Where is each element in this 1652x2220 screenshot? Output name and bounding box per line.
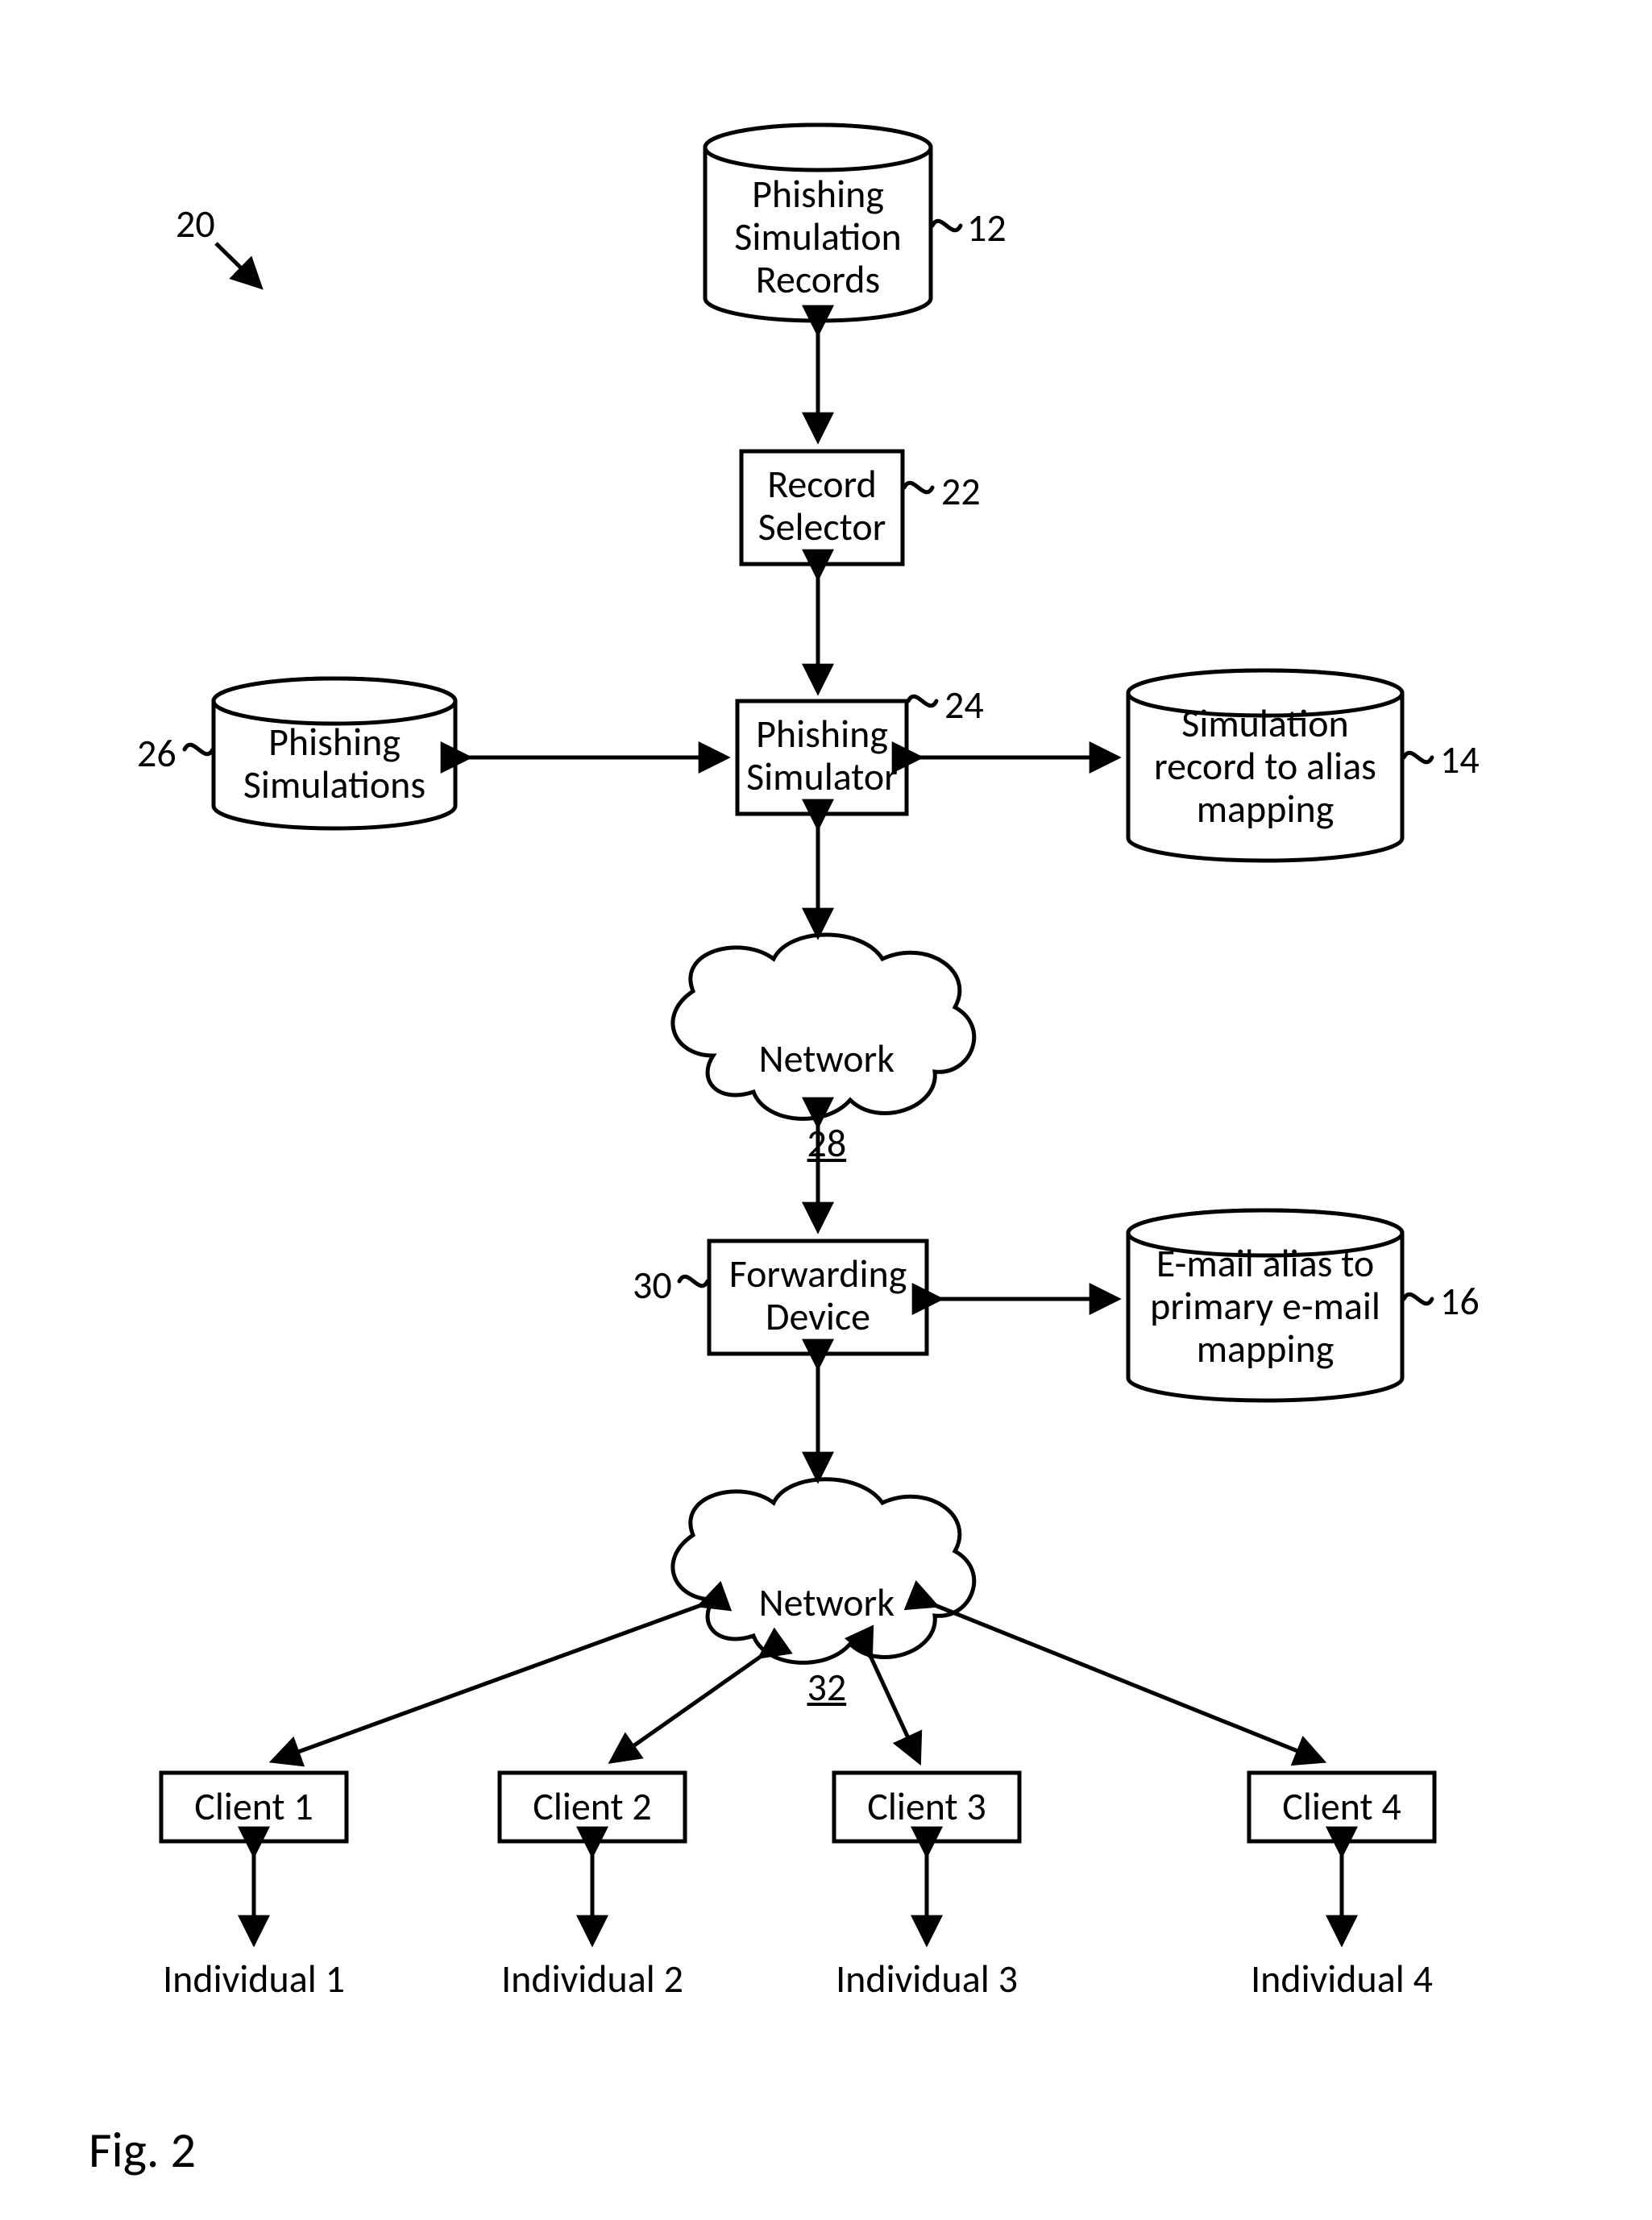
diagram-ref: 20: [176, 200, 215, 247]
ref-24: 24: [944, 681, 984, 728]
ref-14: 14: [1440, 736, 1480, 783]
network2-name: Network: [759, 1579, 894, 1626]
individual2-label: Individual 2: [467, 1958, 717, 2001]
ref-22: 22: [941, 467, 981, 515]
individual3-label: Individual 3: [802, 1958, 1052, 2001]
individual1-label: Individual 1: [129, 1958, 379, 2001]
client2-label: Client 2: [500, 1786, 685, 1828]
network2-label: Network 32: [697, 1539, 939, 1709]
selector-label: Record Selector: [741, 463, 903, 549]
figure-caption: Fig. 2: [89, 2119, 196, 2181]
client1-label: Client 1: [161, 1786, 347, 1828]
email-map-label: E-mail alias to primary e-mail mapping: [1128, 1243, 1402, 1370]
individual4-label: Individual 4: [1217, 1958, 1467, 2001]
ref-30: 30: [633, 1261, 672, 1309]
simulator-label: Phishing Simulator: [737, 713, 907, 799]
client3-label: Client 3: [834, 1786, 1019, 1828]
ref-16: 16: [1440, 1277, 1480, 1325]
network1-ref: 28: [807, 1119, 847, 1167]
alias-map-label: Simulation record to alias mapping: [1128, 703, 1402, 830]
network2-ref: 32: [807, 1663, 847, 1711]
diagram-page: Fig. 2 20 Phishing Simulation Records Re…: [0, 0, 1652, 2220]
ref-26: 26: [137, 729, 176, 777]
network1-name: Network: [759, 1035, 894, 1082]
simulations-label: Phishing Simulations: [214, 721, 455, 807]
ref-12: 12: [967, 204, 1007, 251]
network1-label: Network 28: [697, 995, 939, 1165]
client4-label: Client 4: [1249, 1786, 1434, 1828]
records-label: Phishing Simulation Records: [705, 173, 931, 301]
forwarding-label: Forwarding Device: [709, 1253, 927, 1338]
